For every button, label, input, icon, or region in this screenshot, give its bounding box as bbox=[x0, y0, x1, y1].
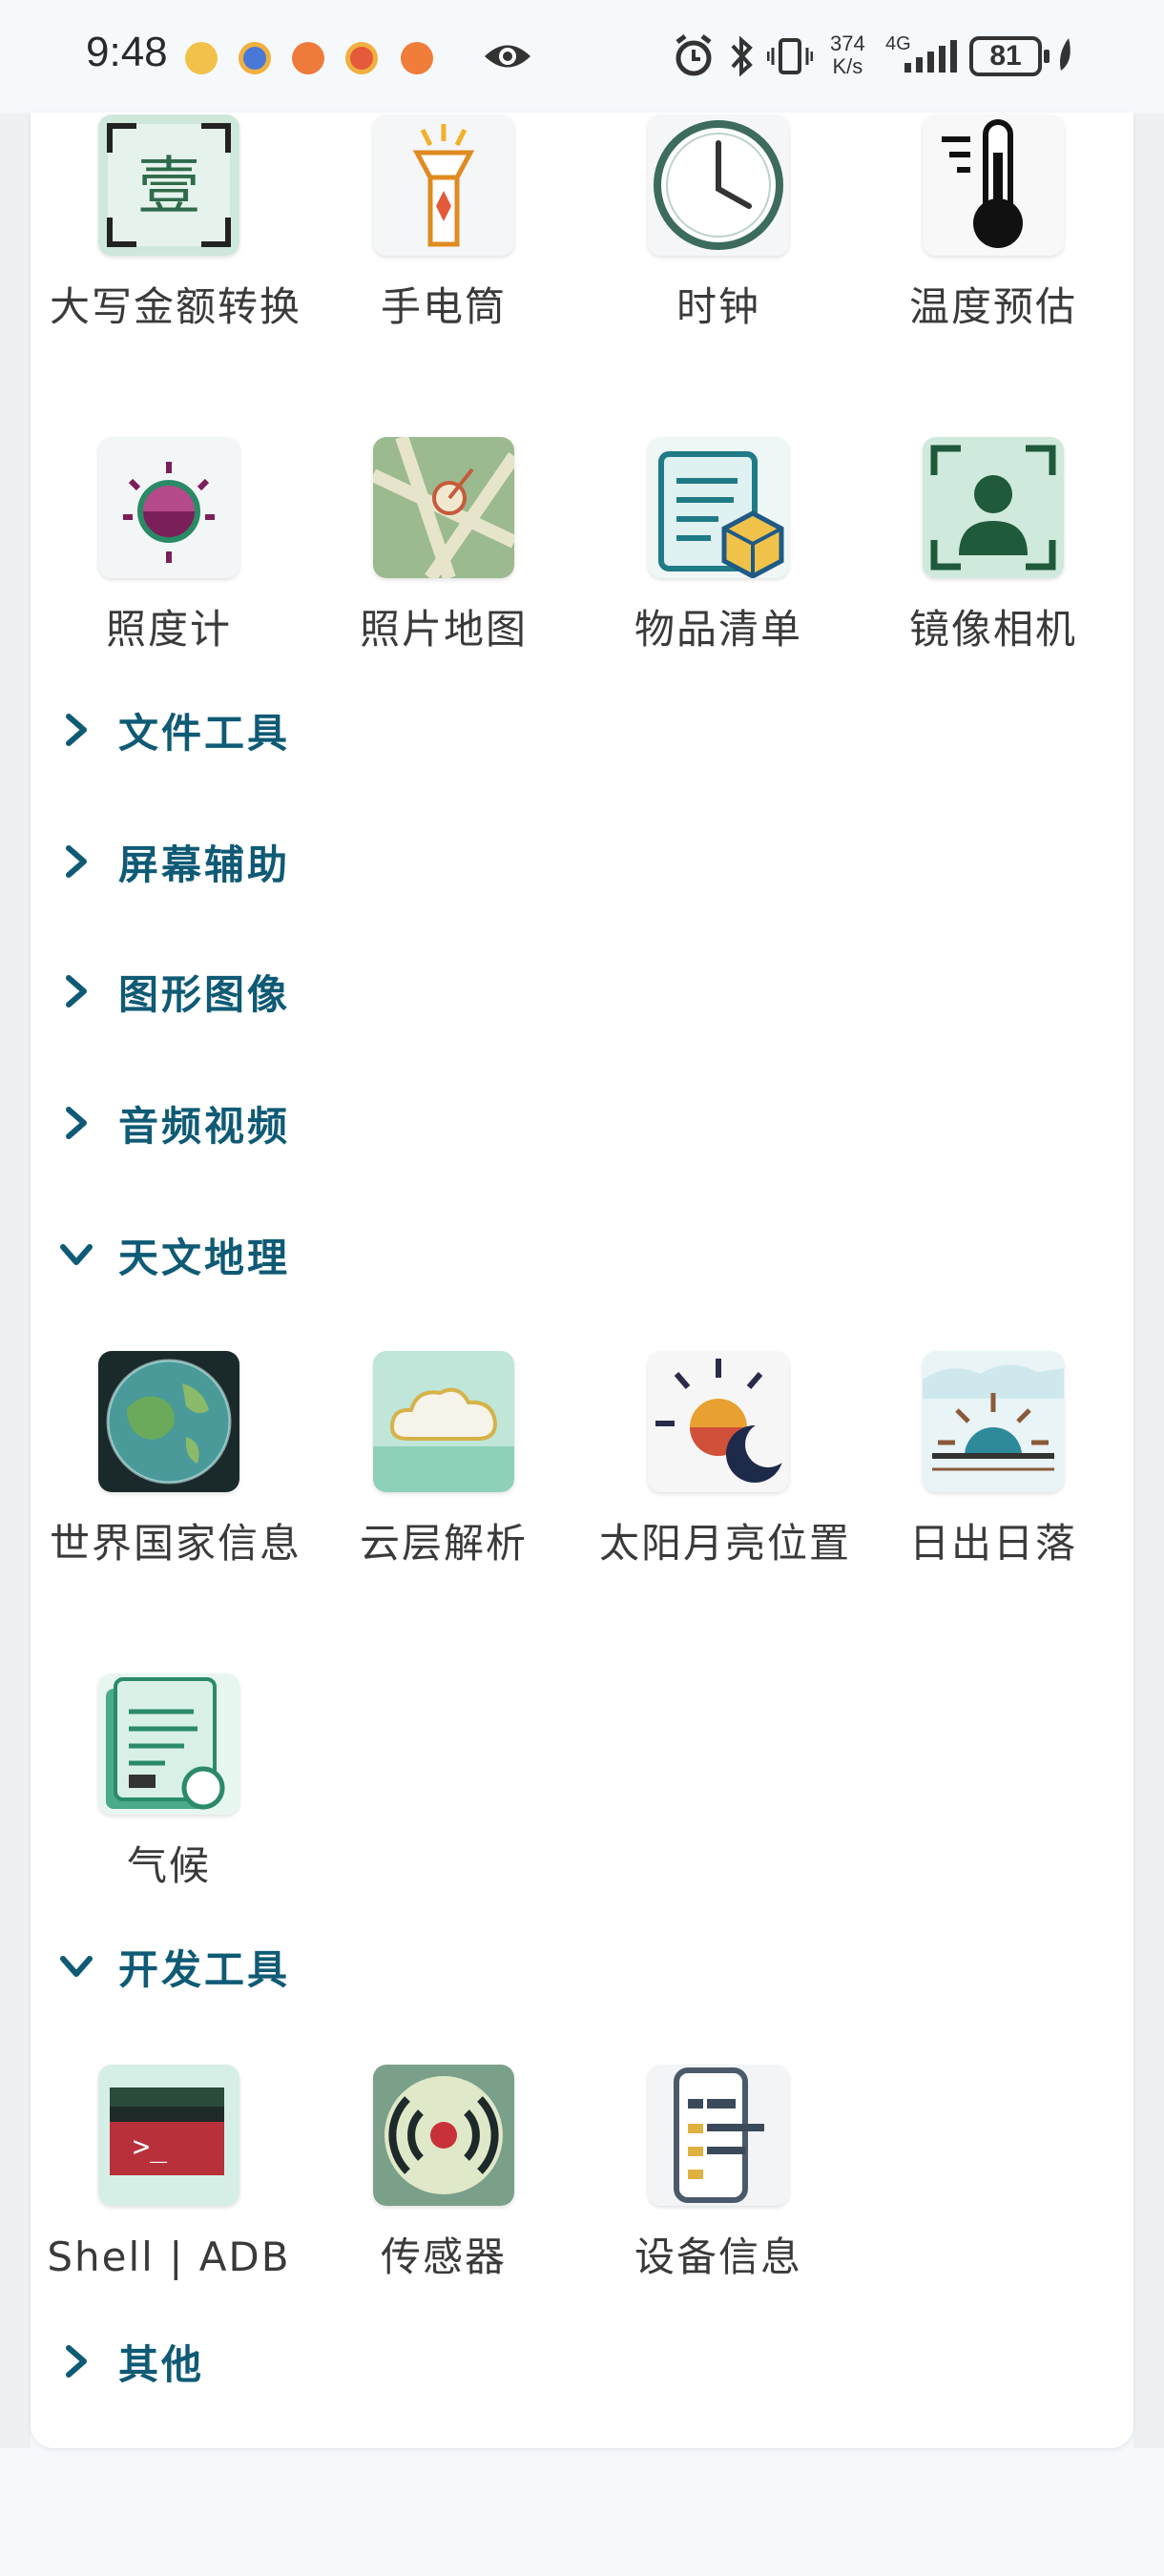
tile-label: 物品清单 bbox=[634, 606, 802, 653]
page-gutter-left bbox=[0, 113, 31, 2448]
vibrate-icon bbox=[767, 38, 813, 74]
tile-label: 太阳月亮位置 bbox=[599, 1520, 852, 1567]
tile-label: 温度预估 bbox=[908, 283, 1077, 330]
sensor-icon bbox=[373, 2065, 514, 2206]
section-audio-video[interactable]: 音频视频 bbox=[57, 1090, 290, 1156]
battery-indicator: 81 bbox=[969, 36, 1050, 76]
tool-light-meter[interactable]: 照度计 bbox=[31, 437, 307, 660]
section-dev-tools[interactable]: 开发工具 bbox=[57, 1933, 290, 2000]
device-info-icon bbox=[648, 2065, 789, 2206]
cloud-icon bbox=[373, 1351, 514, 1492]
tile-label: 云层解析 bbox=[359, 1520, 528, 1567]
tool-cloud-analysis[interactable]: 云层解析 bbox=[305, 1351, 582, 1574]
tool-shell-adb[interactable]: >_ Shell | ADB bbox=[31, 2065, 307, 2288]
light-meter-icon bbox=[98, 437, 239, 578]
flashlight-icon bbox=[373, 114, 514, 256]
section-graphics[interactable]: 图形图像 bbox=[57, 958, 290, 1025]
chevron-right-icon bbox=[57, 972, 95, 1010]
chevron-right-icon bbox=[57, 1104, 95, 1142]
photo-map-icon bbox=[373, 437, 514, 578]
chevron-down-icon bbox=[57, 1947, 95, 1985]
notification-app2-icon bbox=[401, 42, 433, 74]
notification-video-icon bbox=[292, 42, 324, 74]
tool-temperature[interactable]: 温度预估 bbox=[855, 114, 1132, 338]
tool-clock[interactable]: 时钟 bbox=[580, 114, 857, 338]
section-other[interactable]: 其他 bbox=[57, 2328, 204, 2395]
mirror-camera-icon bbox=[923, 437, 1064, 578]
sunrise-icon bbox=[923, 1351, 1064, 1492]
eye-icon bbox=[485, 45, 530, 68]
tile-label: 照片地图 bbox=[359, 606, 528, 653]
tile-label: 时钟 bbox=[676, 283, 760, 330]
tool-world-countries[interactable]: 世界国家信息 bbox=[31, 1351, 307, 1574]
svg-text:壹: 壹 bbox=[137, 150, 200, 223]
tool-item-list[interactable]: 物品清单 bbox=[580, 437, 857, 660]
signal-icon bbox=[904, 40, 957, 73]
tool-flashlight[interactable]: 手电筒 bbox=[305, 114, 582, 338]
tool-climate[interactable]: 气候 bbox=[31, 1673, 307, 1897]
page-gutter-right bbox=[1133, 113, 1164, 2448]
climate-icon bbox=[98, 1673, 239, 1815]
thermometer-icon bbox=[923, 114, 1064, 256]
leaf-icon bbox=[1060, 38, 1070, 71]
tile-label: 照度计 bbox=[105, 606, 232, 653]
section-title: 文件工具 bbox=[118, 709, 291, 757]
tool-photo-map[interactable]: 照片地图 bbox=[305, 437, 582, 660]
clock-icon bbox=[648, 114, 789, 256]
tool-capital-amount[interactable]: 壹 大写金额转换 bbox=[31, 114, 307, 338]
section-title: 音频视频 bbox=[118, 1102, 291, 1150]
section-screen-assist[interactable]: 屏幕辅助 bbox=[57, 828, 290, 895]
section-title: 其他 bbox=[118, 2340, 205, 2388]
terminal-icon: >_ bbox=[98, 2065, 239, 2206]
section-title: 图形图像 bbox=[118, 970, 291, 1018]
tile-label: 传感器 bbox=[380, 2233, 507, 2280]
chevron-down-icon bbox=[57, 1236, 95, 1274]
tool-sensor[interactable]: 传感器 bbox=[305, 2065, 582, 2288]
tile-label: 日出日落 bbox=[908, 1520, 1077, 1567]
tool-device-info[interactable]: 设备信息 bbox=[580, 2065, 857, 2288]
globe-icon bbox=[98, 1351, 239, 1492]
status-bar: 9:48 374 K/s 4G 81 bbox=[0, 0, 1164, 113]
tile-label: 世界国家信息 bbox=[50, 1520, 302, 1567]
section-title: 屏幕辅助 bbox=[118, 841, 291, 888]
tool-mirror-camera[interactable]: 镜像相机 bbox=[855, 437, 1132, 660]
status-time: 9:48 bbox=[86, 29, 168, 75]
tile-label: 设备信息 bbox=[634, 2233, 802, 2280]
capital-amount-icon: 壹 bbox=[98, 114, 239, 256]
tile-label: 大写金额转换 bbox=[50, 283, 302, 330]
item-list-icon bbox=[648, 437, 789, 578]
notification-shop-icon bbox=[345, 42, 378, 74]
notification-emoji-icon bbox=[185, 42, 218, 74]
section-file-tools[interactable]: 文件工具 bbox=[57, 696, 290, 763]
chevron-right-icon bbox=[57, 842, 95, 881]
chevron-right-icon bbox=[57, 711, 95, 749]
section-title: 天文地理 bbox=[118, 1234, 291, 1281]
section-title: 开发工具 bbox=[118, 1945, 291, 1993]
tile-label: Shell | ADB bbox=[47, 2233, 291, 2280]
section-astronomy[interactable]: 天文地理 bbox=[57, 1221, 290, 1288]
tile-label: 镜像相机 bbox=[908, 606, 1077, 653]
net-speed: 374 K/s bbox=[830, 31, 865, 78]
tile-label: 气候 bbox=[126, 1842, 211, 1889]
svg-text:>_: >_ bbox=[133, 2130, 168, 2164]
alarm-icon bbox=[676, 34, 712, 76]
notification-app-icon bbox=[239, 42, 271, 74]
tool-sunrise-sunset[interactable]: 日出日落 bbox=[855, 1351, 1132, 1574]
chevron-right-icon bbox=[57, 2342, 95, 2380]
tool-sun-moon[interactable]: 太阳月亮位置 bbox=[580, 1351, 857, 1574]
bluetooth-icon bbox=[731, 35, 753, 77]
sun-moon-icon bbox=[648, 1351, 789, 1492]
tile-label: 手电筒 bbox=[380, 283, 507, 330]
